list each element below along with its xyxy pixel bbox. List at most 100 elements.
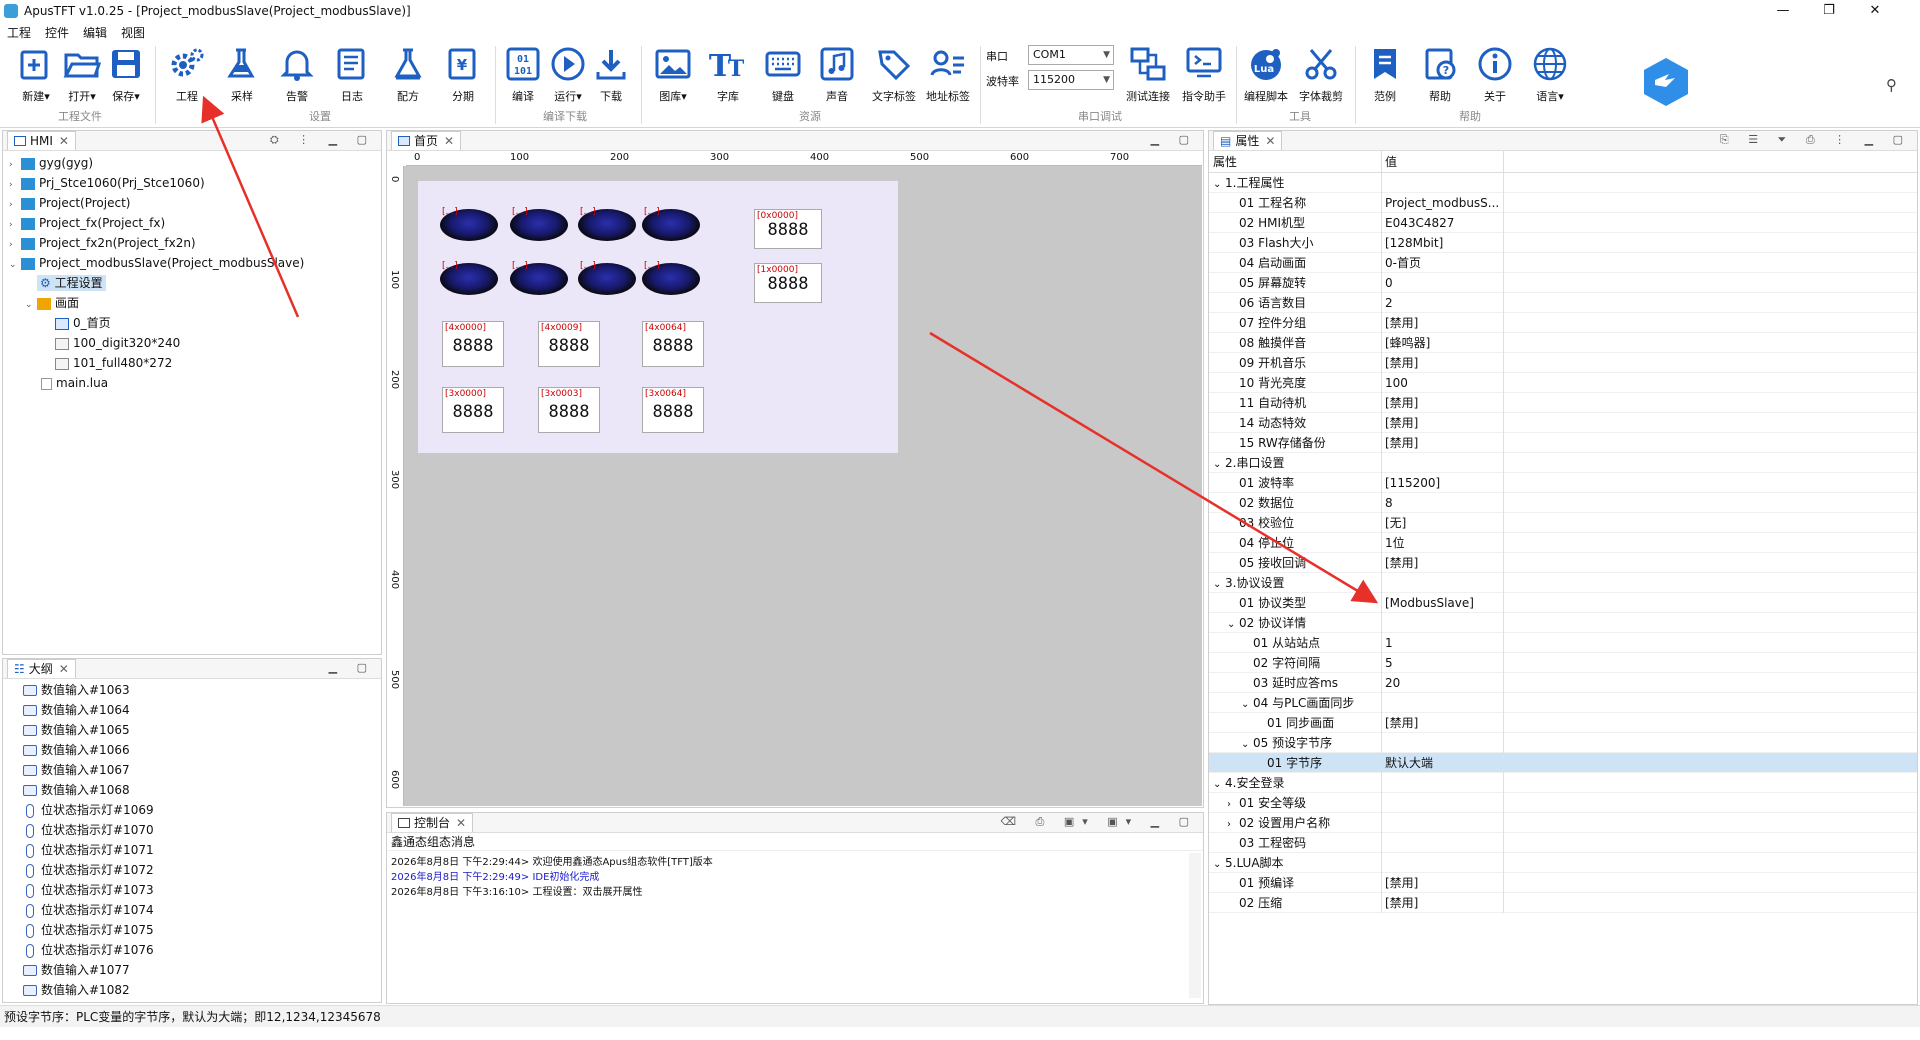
close-tab-icon[interactable]: ✕	[456, 814, 466, 832]
property-row[interactable]: 03 校验位 [无]	[1209, 513, 1917, 533]
property-value[interactable]: Project_modbusS...	[1385, 193, 1503, 213]
home-screen-tab[interactable]: 首页 ✕	[391, 131, 462, 150]
list-item[interactable]: 数值输入#1068	[3, 780, 381, 800]
property-row[interactable]: 01 工程名称 Project_modbusS...	[1209, 193, 1917, 213]
close-button[interactable]: ✕	[1852, 0, 1898, 22]
numeric-input[interactable]: [3x0000] 8888	[442, 387, 504, 433]
chevron-down-icon[interactable]: ⌄	[1213, 575, 1225, 595]
property-row[interactable]: 02 数据位 8	[1209, 493, 1917, 513]
property-category[interactable]: ⌄ 4.安全登录	[1209, 773, 1917, 793]
bit-lamp[interactable]: [...]	[440, 261, 498, 295]
property-value[interactable]: [禁用]	[1385, 873, 1503, 893]
property-value[interactable]: [蜂鸣器]	[1385, 333, 1503, 353]
hmi-screen[interactable]: [...] [...] [...] [...] [...] [...] [...…	[418, 181, 898, 453]
tree-item-project[interactable]: › Project_fx2n(Project_fx2n)	[3, 233, 381, 253]
command-helper-button[interactable]: 指令助手	[1178, 44, 1230, 110]
property-row[interactable]: › 02 设置用户名称	[1209, 813, 1917, 833]
property-value[interactable]: 0-首页	[1385, 253, 1503, 273]
property-value[interactable]: [禁用]	[1385, 393, 1503, 413]
property-value[interactable]: [禁用]	[1385, 413, 1503, 433]
list-item[interactable]: 位状态指示灯#1071	[3, 840, 381, 860]
console-tab[interactable]: 控制台 ✕	[391, 813, 474, 832]
property-category[interactable]: ⌄ 2.串口设置	[1209, 453, 1917, 473]
property-row[interactable]: 09 开机音乐 [禁用]	[1209, 353, 1917, 373]
tree-item-project-settings[interactable]: ⚙ 工程设置	[3, 273, 381, 293]
property-row[interactable]: 01 从站站点 1	[1209, 633, 1917, 653]
bit-lamp[interactable]: [...]	[578, 261, 636, 295]
property-value[interactable]: [禁用]	[1385, 313, 1503, 333]
chevron-right-icon[interactable]: ›	[1227, 795, 1239, 815]
close-tab-icon[interactable]: ✕	[59, 660, 69, 678]
list-item[interactable]: 位状态指示灯#1070	[3, 820, 381, 840]
list-item[interactable]: 数值输入#1065	[3, 720, 381, 740]
tree-item-screen[interactable]: 100_digit320*240	[3, 333, 381, 353]
numeric-input[interactable]: [3x0003] 8888	[538, 387, 600, 433]
property-row[interactable]: 03 Flash大小 [128Mbit]	[1209, 233, 1917, 253]
property-row[interactable]: 02 HMI机型 E043C4827	[1209, 213, 1917, 233]
numeric-input[interactable]: [4x0064] 8888	[642, 321, 704, 367]
console-controls[interactable]: ⌫ ⎙ ▣▾ ▣▾ ▁ ▢	[1000, 815, 1197, 829]
property-row[interactable]: 02 压缩 [禁用]	[1209, 893, 1917, 913]
property-row[interactable]: ⌄ 02 协议详情	[1209, 613, 1917, 633]
chevron-down-icon[interactable]: ⌄	[1241, 695, 1253, 715]
minimize-button[interactable]: —	[1760, 0, 1806, 22]
outline-tab[interactable]: ☷ 大纲 ✕	[7, 659, 76, 678]
chevron-down-icon[interactable]: ⌄	[1213, 175, 1225, 195]
property-value[interactable]: [禁用]	[1385, 893, 1503, 913]
bit-lamp[interactable]: [...]	[510, 207, 568, 241]
property-value[interactable]: 1位	[1385, 533, 1503, 553]
property-value[interactable]: 100	[1385, 373, 1503, 393]
property-row[interactable]: 01 协议类型 [ModbusSlave]	[1209, 593, 1917, 613]
chevron-down-icon[interactable]: ⌄	[1241, 735, 1253, 755]
baud-rate-select[interactable]: 115200 ▼	[1028, 70, 1114, 90]
list-item[interactable]: 位状态指示灯#1074	[3, 900, 381, 920]
examples-button[interactable]: 范例	[1359, 44, 1411, 110]
close-tab-icon[interactable]: ✕	[59, 132, 69, 150]
keyboard-button[interactable]: 键盘	[757, 44, 809, 110]
numeric-input[interactable]: [4x0009] 8888	[538, 321, 600, 367]
list-item[interactable]: 位状态指示灯#1075	[3, 920, 381, 940]
close-tab-icon[interactable]: ✕	[1265, 132, 1275, 150]
property-row[interactable]: 05 接收回调 [禁用]	[1209, 553, 1917, 573]
property-value[interactable]: [禁用]	[1385, 433, 1503, 453]
close-tab-icon[interactable]: ✕	[444, 132, 454, 150]
property-value[interactable]: [禁用]	[1385, 713, 1503, 733]
sample-button[interactable]: 采样	[216, 44, 268, 110]
property-row[interactable]: 02 字符间隔 5	[1209, 653, 1917, 673]
property-value[interactable]: 默认大端	[1385, 753, 1503, 773]
bit-lamp[interactable]: [...]	[578, 207, 636, 241]
tree-item-lua[interactable]: main.lua	[3, 373, 381, 393]
property-row[interactable]: › 01 安全等级	[1209, 793, 1917, 813]
property-value[interactable]: 20	[1385, 673, 1503, 693]
list-item[interactable]: 位状态指示灯#1073	[3, 880, 381, 900]
save-button[interactable]: 保存▾	[100, 44, 152, 110]
property-value[interactable]: [128Mbit]	[1385, 233, 1503, 253]
chevron-down-icon[interactable]: ⌄	[1213, 855, 1225, 875]
property-value[interactable]: [禁用]	[1385, 353, 1503, 373]
property-value[interactable]: 1	[1385, 633, 1503, 653]
list-item[interactable]: 数值输入#1066	[3, 740, 381, 760]
properties-tab[interactable]: ▤ 属性 ✕	[1213, 131, 1283, 150]
property-row[interactable]: 10 背光亮度 100	[1209, 373, 1917, 393]
list-item[interactable]: 位状态指示灯#1072	[3, 860, 381, 880]
list-item[interactable]: 数值输入#1077	[3, 960, 381, 980]
bit-lamp[interactable]: [...]	[440, 207, 498, 241]
test-connection-button[interactable]: 测试连接	[1122, 44, 1174, 110]
properties-controls[interactable]: ⎘ ☰ ⏷ ⎙ ⋮ ▁ ▢	[1720, 133, 1911, 147]
property-row[interactable]: ⌄ 05 预设字节序	[1209, 733, 1917, 753]
property-category[interactable]: ⌄ 1.工程属性	[1209, 173, 1917, 193]
numeric-display[interactable]: [1x0000] 8888	[754, 263, 822, 303]
property-row[interactable]: 08 触摸伴音 [蜂鸣器]	[1209, 333, 1917, 353]
property-row[interactable]: 11 自动待机 [禁用]	[1209, 393, 1917, 413]
tree-item-project[interactable]: › Prj_Stce1060(Prj_Stce1060)	[3, 173, 381, 193]
property-row[interactable]: 01 预编译 [禁用]	[1209, 873, 1917, 893]
property-category[interactable]: ⌄ 3.协议设置	[1209, 573, 1917, 593]
menu-project[interactable]: 工程	[0, 24, 38, 41]
chevron-down-icon[interactable]: ⌄	[1227, 615, 1239, 635]
property-row[interactable]: 01 字节序 默认大端	[1209, 753, 1917, 773]
list-item[interactable]: 数值输入#1067	[3, 760, 381, 780]
design-canvas[interactable]: [...] [...] [...] [...] [...] [...] [...…	[404, 166, 1202, 806]
alarm-button[interactable]: 告警	[271, 44, 323, 110]
search-icon[interactable]: ⚲	[1886, 76, 1897, 94]
property-row[interactable]: 04 停止位 1位	[1209, 533, 1917, 553]
